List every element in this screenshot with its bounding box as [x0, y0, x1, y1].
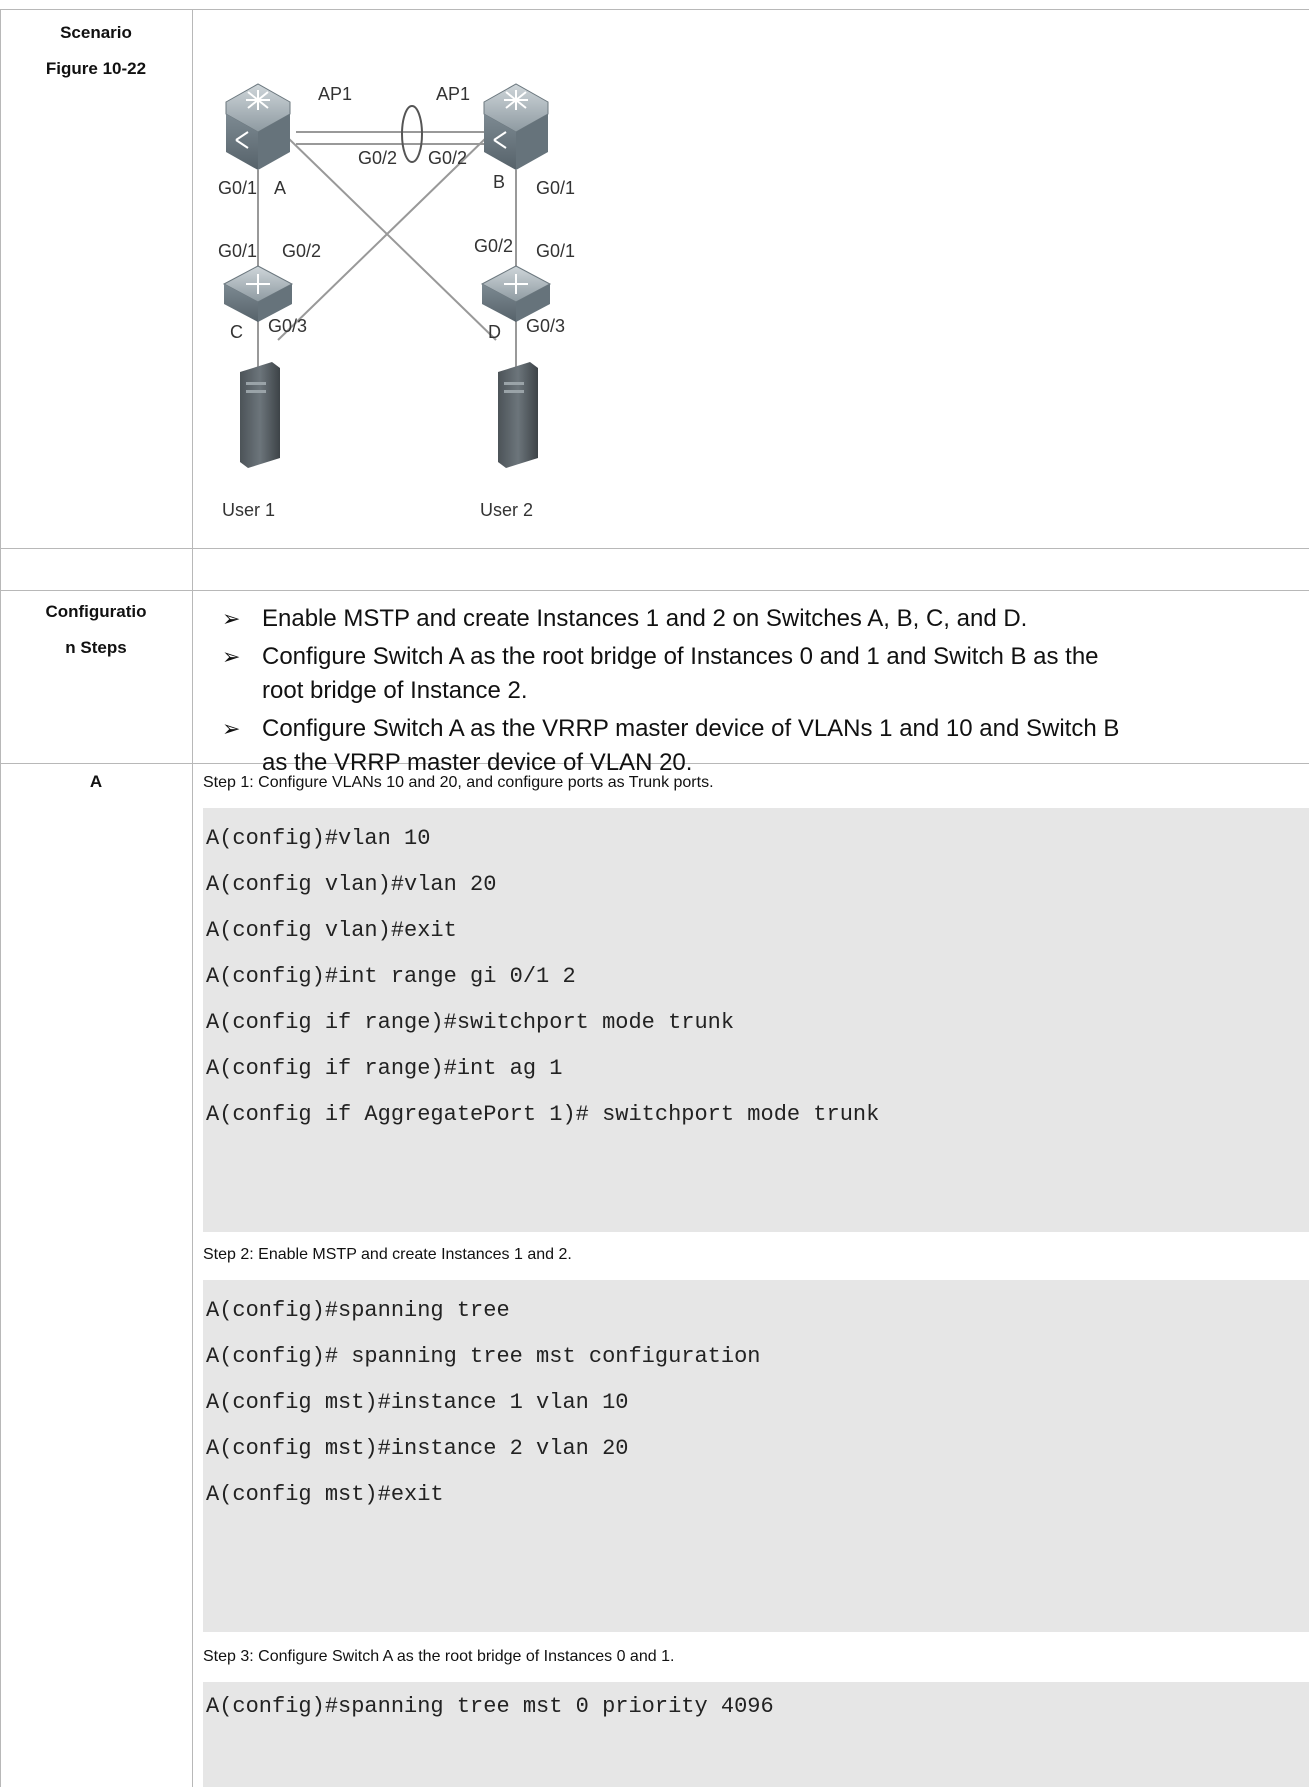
- label-a-g01: G0/1: [218, 178, 257, 198]
- code-line: A(config)#spanning tree mst 0 priority 4…: [206, 1694, 774, 1719]
- label-user2: User 2: [480, 500, 533, 520]
- code-line: A(config)#int range gi 0/1 2: [206, 964, 576, 989]
- table-border-top: [0, 9, 1309, 10]
- step1-title: Step 1: Configure VLANs 10 and 20, and c…: [203, 774, 714, 791]
- config-steps-label: Configuratio n Steps: [0, 597, 192, 663]
- code-line: A(config)#spanning tree: [206, 1298, 510, 1323]
- bullet-line1: Configure Switch A as the VRRP master de…: [262, 715, 1120, 742]
- table-border-row1: [0, 548, 1309, 549]
- scenario-label: Scenario Figure 10-22: [0, 18, 192, 84]
- label-d-g01: G0/1: [536, 241, 575, 261]
- code-line: A(config if AggregatePort 1)# switchport…: [206, 1102, 880, 1127]
- code-line: A(config)# spanning tree mst configurati…: [206, 1344, 761, 1369]
- user2-pc-icon: [498, 362, 538, 468]
- scenario-label-line1: Scenario: [60, 23, 132, 42]
- step1-code-block: A(config)#vlan 10 A(config vlan)#vlan 20…: [203, 808, 1309, 1232]
- code-line: A(config mst)#exit: [206, 1482, 444, 1507]
- code-line: A(config)#vlan 10: [206, 826, 431, 851]
- label-ap1-left: AP1: [318, 84, 352, 104]
- config-step-bullet: ➢ Enable MSTP and create Instances 1 and…: [220, 602, 1300, 636]
- label-d-g02: G0/2: [474, 236, 513, 256]
- switch-a-label: A: [0, 767, 192, 797]
- network-topology-diagram: AP1 AP1 G0/2 G0/2 G0/1 A B G0/1 G0/1 G0/…: [218, 83, 575, 520]
- scenario-label-line2: Figure 10-22: [45, 59, 147, 78]
- code-line: A(config if range)#switchport mode trunk: [206, 1010, 735, 1035]
- step2-title: Step 2: Enable MSTP and create Instances…: [203, 1246, 572, 1263]
- label-c-g02: G0/2: [282, 241, 321, 261]
- label-switch-c: C: [230, 322, 243, 342]
- table-border-left: [0, 9, 1, 1787]
- label-ap1-right: AP1: [436, 84, 470, 104]
- label-c-g03: G0/3: [268, 316, 307, 336]
- config-step-bullet: ➢ Configure Switch A as the root bridge …: [220, 640, 1300, 708]
- bullet-line2: as the VRRP master device of VLAN 20.: [262, 749, 693, 776]
- config-steps-label-line1: Configuratio: [45, 602, 147, 621]
- config-step-bullet: ➢ Configure Switch A as the VRRP master …: [220, 712, 1300, 780]
- table-border-row2: [0, 590, 1309, 591]
- core-switch-a-icon: [225, 83, 291, 170]
- code-line: A(config mst)#instance 1 vlan 10: [206, 1390, 629, 1415]
- step3-title: Step 3: Configure Switch A as the root b…: [203, 1648, 675, 1665]
- label-d-g03: G0/3: [526, 316, 565, 336]
- code-line: A(config vlan)#exit: [206, 918, 457, 943]
- user1-pc-icon: [240, 362, 280, 468]
- label-switch-d: D: [488, 322, 501, 342]
- label-switch-b: B: [493, 172, 505, 192]
- config-steps-label-line2: n Steps: [65, 638, 127, 657]
- label-c-g01: G0/1: [218, 241, 257, 261]
- code-line: A(config vlan)#vlan 20: [206, 872, 497, 897]
- label-a-g02: G0/2: [358, 148, 397, 168]
- code-line: A(config mst)#instance 2 vlan 20: [206, 1436, 629, 1461]
- access-switch-c-icon: [222, 265, 294, 322]
- aggregate-port-ring: [401, 105, 423, 163]
- bullet-arrow-icon: ➢: [222, 644, 241, 669]
- bullet-arrow-icon: ➢: [222, 716, 241, 741]
- access-switch-d-icon: [480, 265, 552, 322]
- label-b-g01: G0/1: [536, 178, 575, 198]
- label-user1: User 1: [222, 500, 275, 520]
- step2-code-block: A(config)#spanning tree A(config)# spann…: [203, 1280, 1309, 1632]
- bullet-arrow-icon: ➢: [222, 606, 241, 631]
- table-border-divider: [192, 9, 193, 1787]
- config-table: Scenario Figure 10-22 Configuratio n Ste…: [0, 0, 1309, 1787]
- bullet-line1: Configure Switch A as the root bridge of…: [262, 643, 1099, 670]
- switch-a-label-text: A: [89, 772, 103, 791]
- bullet-line1: Enable MSTP and create Instances 1 and 2…: [262, 605, 1028, 632]
- label-b-g02: G0/2: [428, 148, 467, 168]
- bullet-line2: root bridge of Instance 2.: [262, 677, 528, 704]
- label-switch-a: A: [274, 178, 286, 198]
- core-switch-b-icon: [483, 83, 549, 170]
- step3-code-block: A(config)#spanning tree mst 0 priority 4…: [203, 1682, 1309, 1787]
- configuration-steps-list: ➢ Enable MSTP and create Instances 1 and…: [220, 602, 1300, 784]
- code-line: A(config if range)#int ag 1: [206, 1056, 563, 1081]
